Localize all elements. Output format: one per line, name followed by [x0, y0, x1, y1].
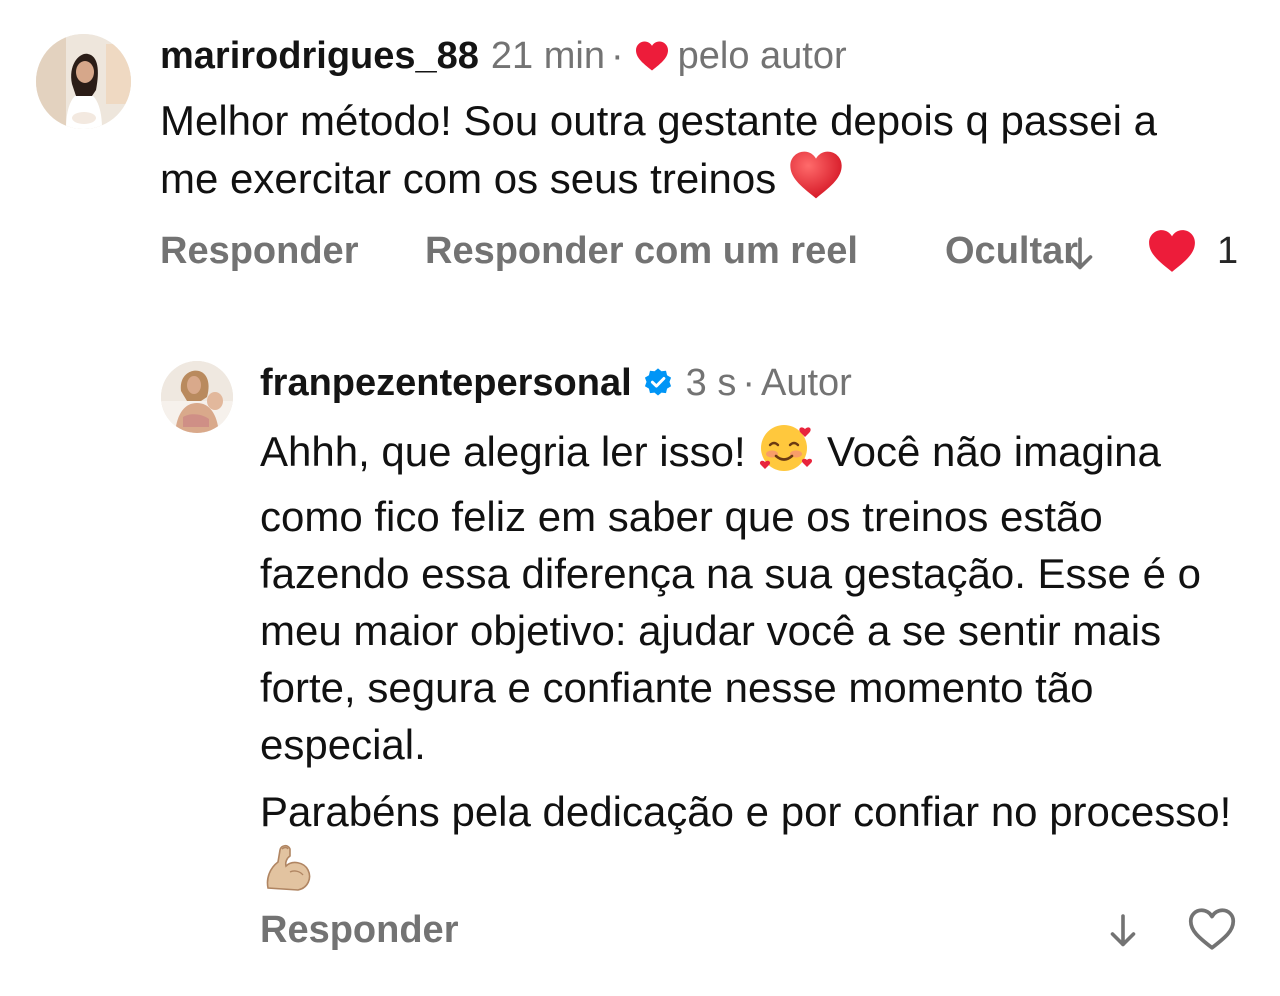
comment-body: Melhor método! Sou outra gestante depois… — [160, 97, 1157, 202]
comment-paragraph: Parabéns pela dedicação e por confiar no… — [260, 783, 1250, 908]
comment-text: Melhor método! Sou outra gestante depois… — [160, 92, 1220, 215]
reply-button[interactable]: Responder — [260, 908, 458, 952]
comment-body-closing: Parabéns pela dedicação e por confiar no… — [260, 788, 1232, 835]
comment-paragraph: Ahhh, que alegria ler isso! Você não ima… — [260, 420, 1250, 773]
hide-button[interactable]: Ocultar — [945, 229, 1078, 273]
heart-icon[interactable] — [1145, 226, 1199, 276]
separator-dot: · — [610, 35, 624, 77]
comment-text: Ahhh, que alegria ler isso! Você não ima… — [260, 420, 1250, 908]
username[interactable]: marirodrigues_88 — [160, 34, 479, 78]
reply-button[interactable]: Responder — [160, 229, 358, 273]
red-heart-emoji — [788, 149, 844, 215]
author-label: Autor — [761, 362, 852, 404]
comment-body-rest: Você não imagina como fico feliz em sabe… — [260, 428, 1201, 768]
timestamp: 21 min — [490, 35, 605, 77]
flexed-biceps-emoji — [260, 840, 318, 908]
liked-by-author-label: pelo autor — [677, 35, 847, 77]
smiling-face-with-hearts-emoji — [757, 420, 815, 488]
heart-icon — [634, 40, 670, 72]
comment-header: marirodrigues_88 21 min · pelo autor — [160, 34, 847, 78]
heart-outline-icon[interactable] — [1186, 905, 1238, 953]
avatar[interactable] — [36, 34, 131, 129]
translate-arrow-icon[interactable] — [1062, 234, 1098, 274]
verified-badge-icon — [642, 367, 674, 399]
avatar[interactable] — [161, 361, 233, 433]
timestamp: 3 s — [685, 362, 737, 404]
comment-header: franpezentepersonal 3 s · Autor — [260, 361, 852, 405]
username[interactable]: franpezentepersonal — [260, 361, 632, 405]
separator-dot: · — [742, 362, 756, 404]
comment-body-start: Ahhh, que alegria ler isso! — [260, 428, 746, 475]
translate-arrow-icon[interactable] — [1104, 910, 1142, 952]
reply-with-reel-button[interactable]: Responder com um reel — [425, 229, 858, 273]
like-count: 1 — [1217, 230, 1239, 272]
